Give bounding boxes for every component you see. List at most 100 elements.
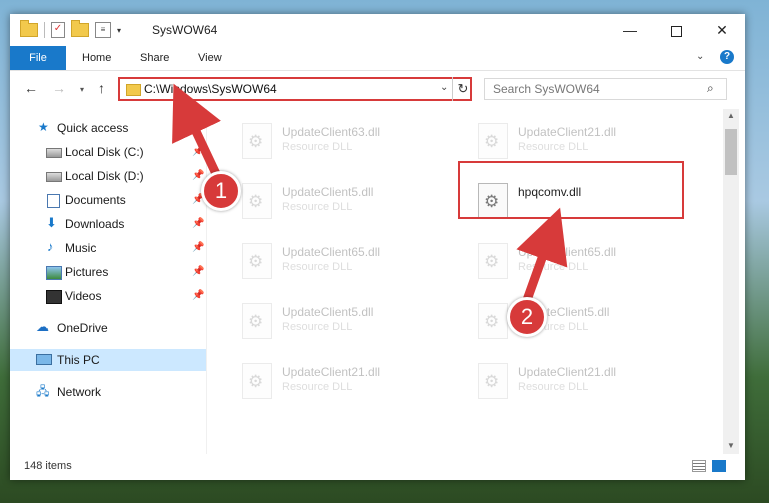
pin-icon[interactable]: 📌 bbox=[192, 237, 204, 259]
sidebar-item-label: Local Disk (D:) bbox=[65, 169, 144, 183]
sidebar-item-label: Network bbox=[57, 385, 102, 399]
explorer-window: ✓ ≡ ▾ SysWOW64 — ✕ File Home Share View … bbox=[10, 14, 745, 480]
sidebar-item-onedrive[interactable]: ☁ OneDrive bbox=[10, 317, 206, 339]
dll-file-icon bbox=[478, 123, 508, 159]
search-icon[interactable]: ⌕ bbox=[707, 81, 714, 96]
refresh-icon[interactable]: ↻ bbox=[452, 77, 473, 101]
chevron-down-icon[interactable]: ▾ bbox=[117, 26, 121, 35]
pin-icon[interactable]: 📌 bbox=[192, 213, 204, 235]
file-item[interactable]: UpdateClient5.dll Resource DLL bbox=[236, 297, 456, 347]
computer-icon bbox=[36, 354, 52, 365]
details-view-icon[interactable] bbox=[692, 460, 706, 472]
dll-file-icon bbox=[242, 363, 272, 399]
quick-access-toolbar: ✓ ≡ ▾ bbox=[20, 20, 121, 38]
sidebar-item-quick-access[interactable]: ★ Quick access bbox=[10, 117, 206, 139]
file-type: Resource DLL bbox=[518, 261, 589, 273]
navigation-bar: ← → ▾ ↑ C:\Windows\SysWOW64 ⌄ ↻ ⌕ bbox=[10, 71, 745, 107]
documents-icon bbox=[47, 194, 60, 208]
dll-file-icon bbox=[242, 183, 272, 219]
file-item[interactable]: UpdateClient65.dll Resource DLL bbox=[236, 237, 456, 287]
sidebar-item-this-pc[interactable]: This PC bbox=[10, 349, 206, 371]
file-name: UpdateClient21.dll bbox=[282, 365, 381, 379]
sidebar-item-videos[interactable]: Videos 📌 bbox=[10, 285, 206, 307]
pin-icon[interactable]: 📌 bbox=[192, 261, 204, 283]
sidebar-item-label: Music bbox=[65, 241, 97, 255]
sidebar-item-label: This PC bbox=[57, 353, 100, 367]
sidebar-item-label: Pictures bbox=[65, 265, 109, 279]
dll-file-icon bbox=[242, 123, 272, 159]
scroll-up-icon[interactable]: ▲ bbox=[727, 111, 735, 120]
file-item[interactable]: UpdateClient21.dll Resource DLL bbox=[472, 357, 692, 407]
address-path[interactable]: C:\Windows\SysWOW64 bbox=[144, 82, 277, 96]
folder-icon bbox=[126, 84, 141, 96]
file-item[interactable]: UpdateClient5.dll Resource DLL bbox=[236, 177, 456, 227]
step-two-badge: 2 bbox=[507, 297, 547, 337]
tab-home[interactable]: Home bbox=[70, 46, 123, 70]
music-icon: ♪ bbox=[47, 239, 54, 254]
network-icon: 🖧 bbox=[36, 384, 50, 398]
up-arrow-icon[interactable]: ↑ bbox=[98, 80, 105, 96]
dll-file-icon bbox=[242, 243, 272, 279]
help-icon[interactable]: ? bbox=[720, 50, 734, 64]
sidebar-item-local-disk-d[interactable]: Local Disk (D:) 📌 bbox=[10, 165, 206, 187]
tab-view[interactable]: View bbox=[186, 46, 234, 70]
file-name: UpdateClient65.dll bbox=[518, 245, 617, 259]
file-type: Resource DLL bbox=[282, 381, 353, 393]
minimize-button[interactable]: — bbox=[607, 14, 653, 46]
large-icons-view-icon[interactable] bbox=[712, 460, 726, 472]
step-one-badge: 1 bbox=[201, 171, 241, 211]
checkmark-icon[interactable]: ✓ bbox=[51, 22, 65, 38]
forward-arrow-icon[interactable]: → bbox=[52, 80, 66, 96]
toolbar-divider bbox=[44, 22, 45, 38]
recent-locations-icon[interactable]: ▾ bbox=[80, 85, 84, 94]
sidebar-item-music[interactable]: ♪ Music 📌 bbox=[10, 237, 206, 259]
target-file-highlight bbox=[458, 161, 684, 219]
tab-file[interactable]: File bbox=[10, 46, 66, 70]
tab-share[interactable]: Share bbox=[128, 46, 181, 70]
star-icon: ★ bbox=[38, 120, 49, 134]
sidebar-item-downloads[interactable]: ⬇ Downloads 📌 bbox=[10, 213, 206, 235]
sidebar-item-local-disk-c[interactable]: Local Disk (C:) 📌 bbox=[10, 141, 206, 163]
sidebar-item-pictures[interactable]: Pictures 📌 bbox=[10, 261, 206, 283]
file-item[interactable]: UpdateClient63.dll Resource DLL bbox=[236, 117, 456, 167]
sidebar-item-label: Quick access bbox=[57, 121, 129, 135]
pictures-icon bbox=[46, 266, 62, 280]
navigation-pane: ★ Quick access Local Disk (C:) 📌 Local D… bbox=[10, 109, 206, 454]
scroll-down-icon[interactable]: ▼ bbox=[727, 441, 735, 450]
file-item[interactable]: UpdateClient5.dll Resource DLL bbox=[472, 297, 692, 347]
back-arrow-icon[interactable]: ← bbox=[24, 80, 38, 96]
search-box[interactable]: ⌕ bbox=[484, 78, 727, 100]
properties-icon[interactable]: ≡ bbox=[95, 22, 111, 38]
vertical-scrollbar[interactable]: ▲ ▼ bbox=[723, 109, 739, 454]
dll-file-icon bbox=[478, 363, 508, 399]
pin-icon[interactable]: 📌 bbox=[192, 285, 204, 307]
chevron-down-icon[interactable]: ⌄ bbox=[440, 82, 448, 93]
maximize-icon bbox=[670, 25, 682, 37]
close-button[interactable]: ✕ bbox=[699, 14, 745, 46]
address-bar[interactable]: C:\Windows\SysWOW64 ⌄ ↻ bbox=[118, 77, 472, 101]
drive-icon bbox=[46, 148, 62, 158]
search-input[interactable] bbox=[491, 81, 695, 97]
file-item[interactable]: UpdateClient21.dll Resource DLL bbox=[472, 117, 692, 167]
file-item[interactable]: UpdateClient65.dll Resource DLL bbox=[472, 237, 692, 287]
file-name: UpdateClient5.dll bbox=[282, 305, 374, 319]
new-folder-icon[interactable] bbox=[71, 20, 89, 37]
sidebar-item-network[interactable]: 🖧 Network bbox=[10, 381, 206, 403]
sidebar-item-documents[interactable]: Documents 📌 bbox=[10, 189, 206, 211]
expand-ribbon-icon[interactable]: ⌄ bbox=[696, 51, 704, 62]
file-item[interactable]: UpdateClient21.dll Resource DLL bbox=[236, 357, 456, 407]
cloud-icon: ☁ bbox=[36, 319, 49, 334]
drive-icon bbox=[46, 172, 62, 182]
pin-icon[interactable]: 📌 bbox=[192, 141, 204, 163]
folder-icon[interactable] bbox=[20, 20, 38, 37]
file-name: UpdateClient21.dll bbox=[518, 125, 617, 139]
file-type: Resource DLL bbox=[518, 381, 589, 393]
scrollbar-thumb[interactable] bbox=[725, 129, 737, 175]
maximize-button[interactable] bbox=[653, 14, 699, 46]
file-type: Resource DLL bbox=[282, 261, 353, 273]
item-count: 148 items bbox=[24, 460, 72, 472]
file-name: UpdateClient65.dll bbox=[282, 245, 381, 259]
file-name: UpdateClient5.dll bbox=[282, 185, 374, 199]
download-icon: ⬇ bbox=[46, 215, 57, 230]
file-name: UpdateClient21.dll bbox=[518, 365, 617, 379]
